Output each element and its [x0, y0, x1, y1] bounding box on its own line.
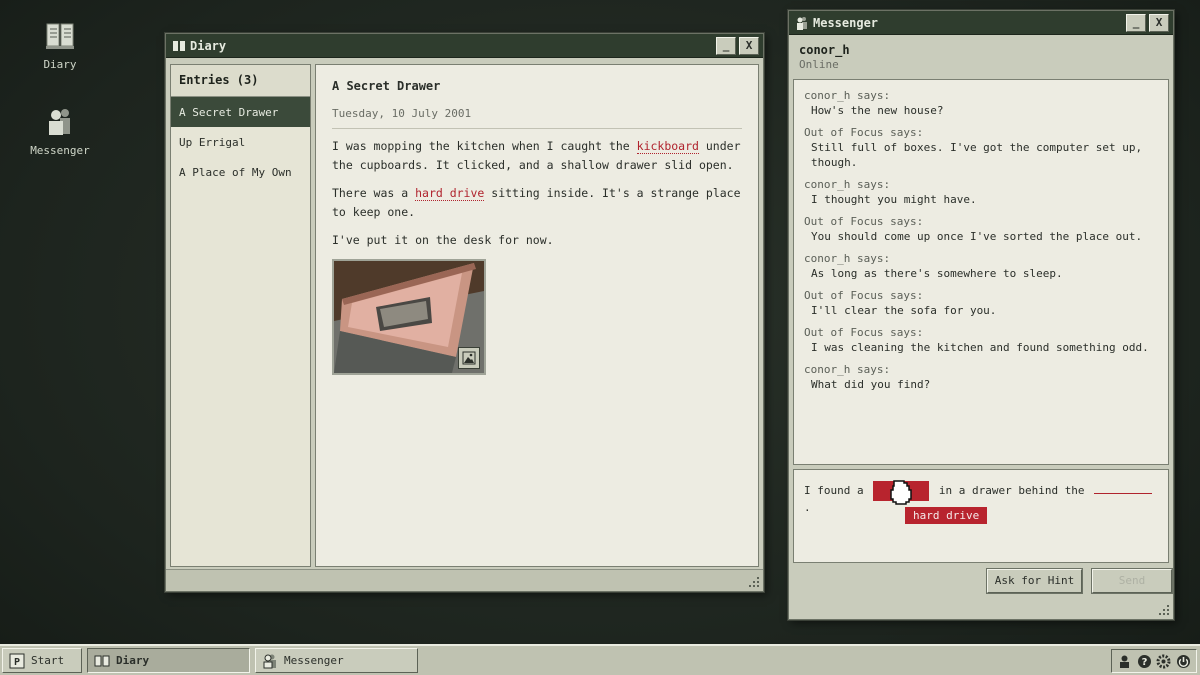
keyword-hard-drive[interactable]: hard drive	[415, 186, 485, 201]
minimize-button[interactable]: _	[1126, 13, 1146, 32]
power-icon[interactable]	[1176, 654, 1191, 669]
send-button[interactable]: Send	[1092, 569, 1172, 593]
chat-message: conor_h says: As long as there's somewher…	[804, 251, 1158, 281]
svg-text:?: ?	[1141, 657, 1147, 668]
entries-sidebar: Entries (3) A Secret Drawer Up Errigal A…	[170, 64, 311, 567]
entry-paragraph: I've put it on the desk for now.	[332, 233, 554, 247]
chat-message: conor_h says: I thought you might have.	[804, 177, 1158, 207]
message-sender: Out of Focus says:	[804, 289, 924, 302]
taskbar-item-label: Messenger	[284, 654, 344, 667]
contact-status: Online	[799, 58, 839, 71]
start-button[interactable]: P Start	[2, 648, 82, 673]
entries-header: Entries (3)	[171, 65, 310, 97]
diary-icon	[94, 655, 110, 666]
messenger-window: Messenger _ X conor_h Online conor_h say…	[788, 10, 1174, 620]
desktop-icon-label: Diary	[43, 58, 77, 71]
entry-paragraph: There was a hard drive sitting inside. I…	[332, 184, 742, 222]
chat-message: Out of Focus says: I was cleaning the kit…	[804, 325, 1158, 355]
text: I was mopping the kitchen when I caught …	[332, 139, 637, 153]
contact-name: conor_h	[799, 43, 850, 57]
start-logo-glyph: P	[14, 657, 20, 668]
compose-text: in a drawer behind the	[938, 484, 1085, 497]
message-text: Still full of boxes. I've got the comput…	[811, 141, 1143, 169]
entry-item-a-secret-drawer[interactable]: A Secret Drawer	[171, 97, 310, 127]
contact-header: conor_h Online	[789, 35, 1173, 79]
answer-slot-2[interactable]	[1094, 482, 1153, 494]
entry-item-a-place-of-my-own[interactable]: A Place of My Own	[171, 157, 310, 187]
user-icon[interactable]	[1117, 654, 1132, 669]
desktop-icon-diary[interactable]: Diary	[25, 18, 95, 71]
message-text: I thought you might have.	[811, 193, 977, 206]
message-sender: Out of Focus says:	[804, 215, 924, 228]
chat-log[interactable]: conor_h says: How's the new house? Out of…	[793, 79, 1169, 465]
ask-for-hint-button[interactable]: Ask for Hint	[987, 569, 1082, 593]
start-label: Start	[31, 654, 65, 667]
answer-slot-1[interactable]	[873, 480, 930, 505]
resize-grip-icon[interactable]	[748, 576, 760, 588]
message-sender: conor_h says:	[804, 89, 891, 102]
messenger-icon	[263, 654, 276, 668]
entry-photo[interactable]	[332, 259, 486, 375]
compose-area: I found a in a drawer behind the . hard …	[793, 469, 1169, 563]
message-sender: Out of Focus says:	[804, 326, 924, 339]
messenger-icon	[797, 16, 807, 30]
diary-icon	[173, 40, 185, 51]
chat-message: Out of Focus says: I'll clear the sofa fo…	[804, 288, 1158, 318]
taskbar-item-diary[interactable]: Diary	[87, 648, 250, 673]
diary-titlebar[interactable]: Diary _ X	[166, 34, 763, 58]
taskbar-item-label: Diary	[116, 654, 150, 667]
desktop-icon-label: Messenger	[30, 144, 90, 157]
message-text: What did you find?	[811, 378, 931, 391]
diary-icon	[46, 23, 74, 49]
text: There was a	[332, 186, 416, 200]
message-sender: conor_h says:	[804, 252, 891, 265]
system-tray: ?	[1111, 649, 1197, 673]
messenger-icon	[49, 109, 70, 135]
help-icon[interactable]: ?	[1137, 654, 1152, 669]
entry-content: A Secret Drawer Tuesday, 10 July 2001 I …	[315, 64, 759, 567]
messenger-statusbar	[789, 601, 1173, 619]
diary-statusbar	[166, 569, 763, 591]
diary-window: Diary _ X Entries (3) A Secret Drawer Up…	[165, 33, 764, 592]
entry-item-up-errigal[interactable]: Up Errigal	[171, 127, 310, 157]
message-text: As long as there's somewhere to sleep.	[811, 267, 1063, 280]
window-title: Diary	[190, 38, 227, 53]
close-button[interactable]: X	[739, 36, 759, 55]
word-chip-hard-drive[interactable]: hard drive	[905, 507, 988, 524]
keyword-kickboard[interactable]: kickboard	[636, 139, 699, 154]
settings-icon[interactable]	[1156, 654, 1171, 669]
hand-cursor-icon	[890, 480, 912, 505]
messenger-titlebar[interactable]: Messenger _ X	[789, 11, 1173, 35]
message-text: You should come up once I've sorted the …	[811, 230, 1143, 243]
entry-title: A Secret Drawer	[332, 79, 441, 93]
close-button[interactable]: X	[1149, 13, 1169, 32]
message-sender: Out of Focus says:	[804, 126, 924, 139]
compose-text: .	[804, 501, 811, 514]
image-icon	[462, 351, 476, 365]
message-text: I was cleaning the kitchen and found som…	[811, 341, 1149, 354]
taskbar-item-messenger[interactable]: Messenger	[255, 648, 418, 673]
resize-grip-icon[interactable]	[1158, 604, 1170, 616]
chat-message: Out of Focus says: You should come up onc…	[804, 214, 1158, 244]
entry-paragraph: I was mopping the kitchen when I caught …	[332, 137, 742, 175]
entry-date: Tuesday, 10 July 2001	[332, 104, 742, 129]
message-text: How's the new house?	[811, 104, 944, 117]
message-sender: conor_h says:	[804, 178, 891, 191]
compose-text: I found a	[804, 484, 864, 497]
chat-message: conor_h says: How's the new house?	[804, 88, 1158, 118]
message-text: I'll clear the sofa for you.	[811, 304, 997, 317]
chat-message: conor_h says: What did you find?	[804, 362, 1158, 392]
start-logo-icon: P	[9, 653, 25, 668]
desktop-icon-messenger[interactable]: Messenger	[25, 104, 95, 157]
window-title: Messenger	[813, 15, 879, 30]
minimize-button[interactable]: _	[716, 36, 736, 55]
message-sender: conor_h says:	[804, 363, 891, 376]
chat-message: Out of Focus says: Still full of boxes. I…	[804, 125, 1158, 170]
expand-image-button[interactable]	[458, 347, 480, 369]
taskbar: P Start Diary Messenger ?	[0, 644, 1200, 675]
messenger-button-bar: Ask for Hint Send	[789, 567, 1173, 599]
